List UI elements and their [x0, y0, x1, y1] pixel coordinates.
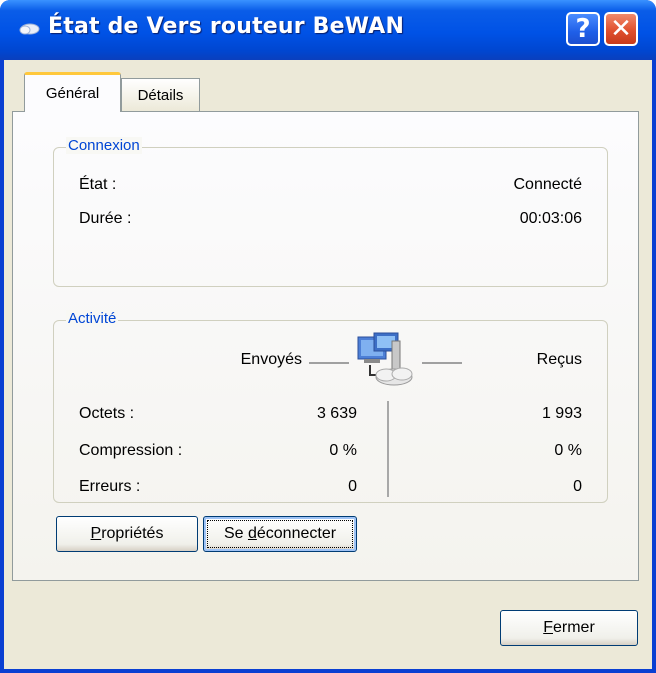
compression-label: Compression :	[79, 442, 183, 459]
window-title: État de Vers routeur BeWAN	[48, 14, 405, 39]
network-connection-icon	[19, 23, 40, 35]
compression-received-value: 0 %	[554, 442, 582, 459]
tab-general-label: Général	[45, 85, 100, 102]
sent-connector-line	[309, 362, 349, 364]
disconnect-button-prefix: Se	[223, 525, 248, 542]
activity-column-separator	[387, 401, 389, 497]
duration-label: Durée :	[79, 210, 132, 227]
dialog-window: État de Vers routeur BeWAN ? ✕ Général D…	[0, 0, 656, 673]
tab-details[interactable]: Détails	[121, 78, 200, 111]
close-button-rest: ermer	[553, 619, 595, 636]
activity-legend: Activité	[66, 310, 119, 327]
close-window-button[interactable]: ✕	[604, 12, 638, 46]
disconnect-button-mnemonic: d	[247, 525, 257, 542]
activity-group: Activité Envoyés Reçus Octets: 3 639 1 …	[53, 310, 608, 503]
state-value: Connecté	[513, 176, 583, 193]
tab-panel-general: Connexion État : Connecté Durée : 00:03:…	[12, 111, 639, 581]
network-computers-icon	[357, 332, 413, 386]
dialog-client-area: Général Détails Connexion État : Connect…	[4, 60, 652, 669]
sent-header: Envoyés	[240, 351, 302, 368]
errors-received-value: 0	[573, 478, 582, 495]
received-header: Reçus	[536, 351, 582, 368]
tab-details-label: Détails	[137, 86, 184, 104]
properties-button-rest: ropriétés	[101, 525, 164, 542]
bytes-label: Octets :	[79, 405, 135, 422]
disconnect-button[interactable]: Se d éconnecter	[203, 516, 357, 552]
close-button[interactable]: Fermer	[500, 610, 638, 646]
state-label: État :	[79, 176, 117, 193]
disconnect-button-rest: éconnecter	[256, 525, 337, 542]
duration-value: 00:03:06	[519, 210, 582, 227]
properties-button-mnemonic: P	[90, 525, 102, 542]
errors-sent-value: 0	[348, 478, 357, 495]
bytes-sent-value: 3 639	[316, 405, 357, 422]
received-connector-line	[422, 362, 462, 364]
title-bar[interactable]: État de Vers routeur BeWAN ? ✕	[0, 0, 656, 60]
connexion-legend: Connexion	[66, 137, 142, 154]
connexion-group: Connexion État : Connecté Durée : 00:03:…	[53, 137, 608, 287]
help-button[interactable]: ?	[566, 12, 600, 46]
errors-label: Erreurs :	[79, 478, 141, 495]
properties-button[interactable]: Propriétés	[56, 516, 198, 552]
compression-sent-value: 0 %	[329, 442, 357, 459]
bytes-received-value: 1 993	[541, 405, 582, 422]
tab-general[interactable]: Général	[24, 72, 121, 112]
close-button-mnemonic: F	[543, 619, 553, 636]
